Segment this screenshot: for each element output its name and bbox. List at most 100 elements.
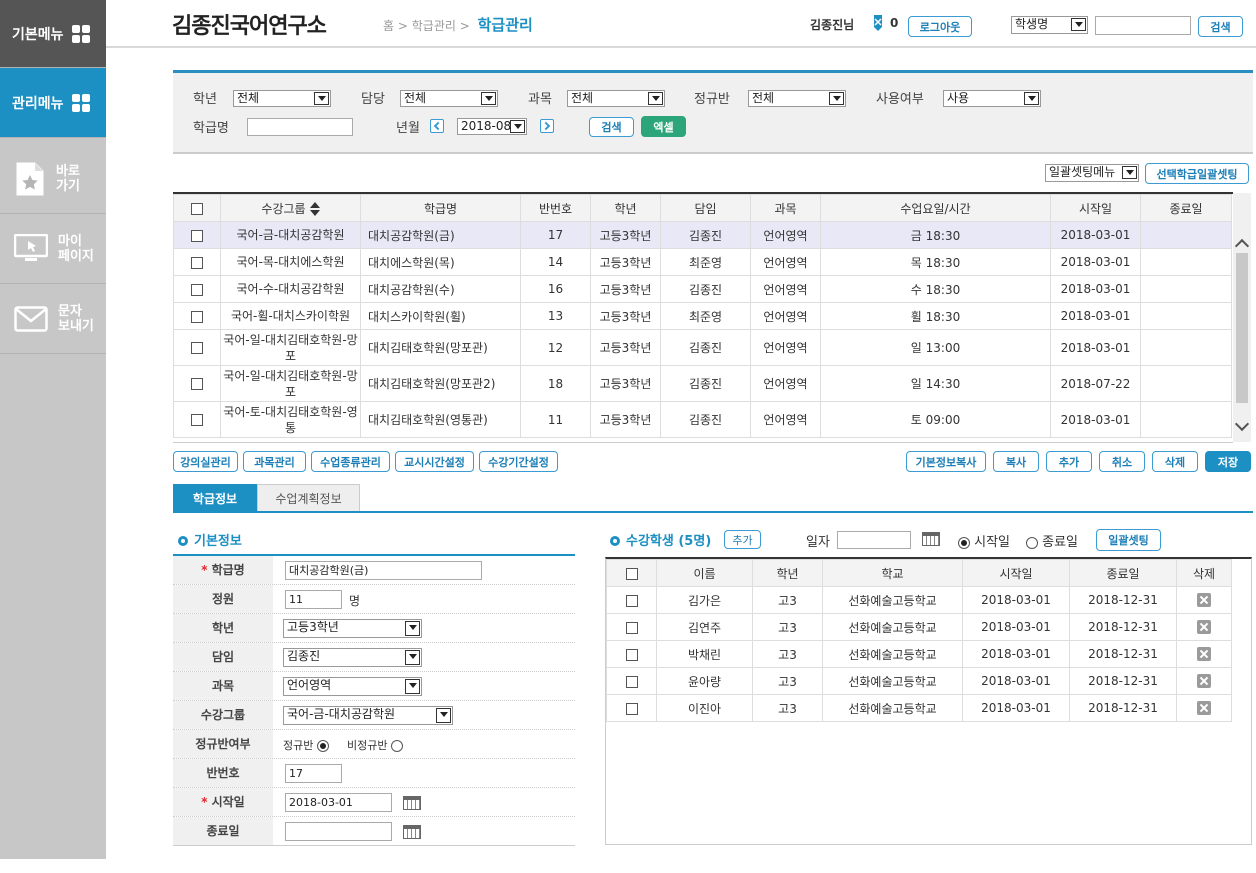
row-checkbox[interactable] (191, 229, 203, 242)
irregular-option[interactable]: 비정규반 (347, 737, 403, 753)
add-button[interactable]: 추가 (1046, 451, 1092, 472)
table-row[interactable]: 국어-일-대치김태호학원-망포 대치김태호학원(망포관) 12 고등3학년 김종진 언어영… (173, 329, 1232, 366)
bulk-apply-button[interactable]: 선택학급일괄셋팅 (1145, 163, 1249, 184)
select-all-cell[interactable] (173, 194, 221, 222)
sidebar-mypage[interactable]: 마이 페이지 (0, 214, 106, 284)
note-icon[interactable] (872, 15, 884, 31)
course-period-button[interactable]: 수강기간설정 (479, 451, 558, 472)
delete-icon[interactable] (1197, 701, 1211, 716)
sort-icon[interactable] (309, 202, 320, 216)
scroll-down-icon[interactable] (1234, 416, 1250, 432)
calendar-icon[interactable] (922, 532, 940, 546)
delete-icon[interactable] (1197, 674, 1211, 689)
row-checkbox[interactable] (191, 342, 203, 354)
table-row[interactable]: 국어-수-대치공감학원 대치공감학원(수) 16 고등3학년 김종진 언어영역 수 18:3… (173, 275, 1232, 303)
list-item[interactable]: 박채린 고3 선화예술고등학교 2018-03-01 2018-12-31 (606, 640, 1232, 668)
stu-select-all[interactable] (606, 559, 657, 587)
row-checkbox[interactable] (191, 283, 203, 296)
classname-input[interactable]: 대치공감학원(금) (285, 561, 482, 580)
calendar-icon[interactable] (403, 796, 421, 810)
scroll-thumb[interactable] (1236, 253, 1248, 403)
save-button[interactable]: 저장 (1205, 451, 1251, 472)
filter-regular-select[interactable]: 전체 (748, 90, 846, 107)
row-checkbox[interactable] (191, 378, 203, 390)
filter-search-button[interactable]: 검색 (589, 117, 634, 137)
list-item[interactable]: 김가은 고3 선화예술고등학교 2018-03-01 2018-12-31 (606, 586, 1232, 614)
table-row[interactable]: 국어-일-대치김태호학원-망포 대치김태호학원(망포관2) 18 고등3학년 김종진 언어… (173, 365, 1232, 402)
subject-select[interactable]: 언어영역 (283, 677, 422, 696)
stu-row-checkbox[interactable] (625, 702, 638, 715)
delete-button[interactable]: 삭제 (1152, 451, 1198, 472)
copy-button[interactable]: 복사 (993, 451, 1039, 472)
date-input[interactable] (837, 531, 911, 549)
start-date-input[interactable]: 2018-03-01 (285, 793, 392, 812)
sidebar-shortcut[interactable]: 바로 가기 (0, 144, 106, 214)
classroom-manage-button[interactable]: 강의실관리 (173, 451, 238, 472)
grade-select[interactable]: 고등3학년 (283, 619, 422, 638)
table-row[interactable]: 국어-휠-대치스카이학원 대치스카이학원(휠) 13 고등3학년 최준영 언어영역 휠 18… (173, 302, 1232, 330)
list-item[interactable]: 이진아 고3 선화예술고등학교 2018-03-01 2018-12-31 (606, 694, 1232, 722)
select-all-checkbox[interactable] (191, 202, 203, 215)
table-row[interactable]: 국어-목-대치에스학원 대치에스학원(목) 14 고등3학년 최준영 언어영역 목 18:3… (173, 248, 1232, 276)
header-search-button[interactable]: 검색 (1198, 16, 1243, 37)
stu-row-checkbox[interactable] (625, 621, 638, 634)
stu-row-checkbox[interactable] (625, 594, 638, 607)
row-checkbox[interactable] (191, 414, 203, 426)
radio-irregular[interactable] (390, 740, 403, 752)
list-item[interactable]: 김연주 고3 선화예술고등학교 2018-03-01 2018-12-31 (606, 613, 1232, 641)
tab-lesson-plan[interactable]: 수업계획정보 (257, 484, 360, 512)
delete-icon[interactable] (1197, 647, 1211, 662)
calendar-icon[interactable] (403, 825, 421, 839)
breadcrumb-home[interactable]: 홈 (383, 19, 394, 33)
delete-icon[interactable] (1197, 620, 1211, 635)
filter-classname-input[interactable] (247, 118, 353, 136)
delete-icon[interactable] (1197, 593, 1211, 608)
prev-month-button[interactable] (430, 119, 444, 133)
scroll-up-icon[interactable] (1234, 238, 1250, 254)
radio-end[interactable] (1026, 536, 1038, 549)
group-select[interactable]: 국어-금-대치공감학원 (283, 706, 453, 725)
period-time-button[interactable]: 교시시간설정 (395, 451, 474, 472)
table-scrollbar[interactable] (1233, 193, 1251, 442)
filter-teacher-select[interactable]: 전체 (400, 90, 498, 107)
radio-regular[interactable] (316, 740, 329, 752)
filter-use-select[interactable]: 사용 (943, 90, 1041, 107)
radio-start[interactable] (958, 536, 970, 549)
capacity-input[interactable]: 11 (285, 590, 342, 609)
filter-subject-select[interactable]: 전체 (567, 90, 665, 107)
col-group[interactable]: 수강그룹 (220, 194, 361, 222)
subject-manage-button[interactable]: 과목관리 (243, 451, 306, 472)
logout-button[interactable]: 로그아웃 (908, 16, 972, 37)
tab-class-info[interactable]: 학급정보 (173, 484, 257, 512)
search-type-select[interactable]: 학생명 (1011, 16, 1088, 34)
start-radio-option[interactable]: 시작일 (958, 531, 1010, 550)
row-checkbox[interactable] (191, 310, 203, 323)
copy-basic-button[interactable]: 기본정보복사 (906, 451, 986, 472)
sidebar-basic-menu[interactable]: 기본메뉴 (0, 0, 106, 68)
no-input[interactable]: 17 (285, 764, 342, 783)
table-row[interactable]: 국어-토-대치김태호학원-영통 대치김태호학원(영통관) 11 고등3학년 김종진 언어영… (173, 401, 1232, 438)
sidebar-sms[interactable]: 문자 보내기 (0, 284, 106, 354)
stu-row-checkbox[interactable] (625, 675, 638, 688)
sidebar-manage-menu[interactable]: 관리메뉴 (0, 68, 106, 138)
stu-select-all-checkbox[interactable] (625, 567, 638, 580)
cancel-button[interactable]: 취소 (1099, 451, 1145, 472)
next-month-button[interactable] (540, 119, 554, 133)
class-type-manage-button[interactable]: 수업종류관리 (311, 451, 390, 472)
bulk-menu-select[interactable]: 일괄셋팅메뉴 (1045, 164, 1139, 182)
table-row[interactable]: 국어-금-대치공감학원 대치공감학원(금) 17 고등3학년 김종진 언어영역 금 18:3… (173, 221, 1232, 249)
row-checkbox[interactable] (191, 256, 203, 269)
breadcrumb-mid[interactable]: 학급관리 (412, 19, 456, 33)
filter-ym-select[interactable]: 2018-08 (457, 118, 527, 135)
excel-button[interactable]: 엑셀 (641, 116, 686, 137)
regular-option[interactable]: 정규반 (283, 737, 329, 753)
search-input[interactable] (1095, 16, 1191, 35)
stu-row-checkbox[interactable] (625, 648, 638, 661)
filter-grade-select[interactable]: 전체 (233, 90, 331, 107)
end-radio-option[interactable]: 종료일 (1026, 531, 1078, 550)
list-item[interactable]: 윤아량 고3 선화예술고등학교 2018-03-01 2018-12-31 (606, 667, 1232, 695)
students-bulk-button[interactable]: 일괄셋팅 (1096, 529, 1161, 551)
end-date-input[interactable] (285, 822, 392, 841)
add-student-button[interactable]: 추가 (724, 530, 761, 549)
teacher-select[interactable]: 김종진 (283, 648, 422, 667)
